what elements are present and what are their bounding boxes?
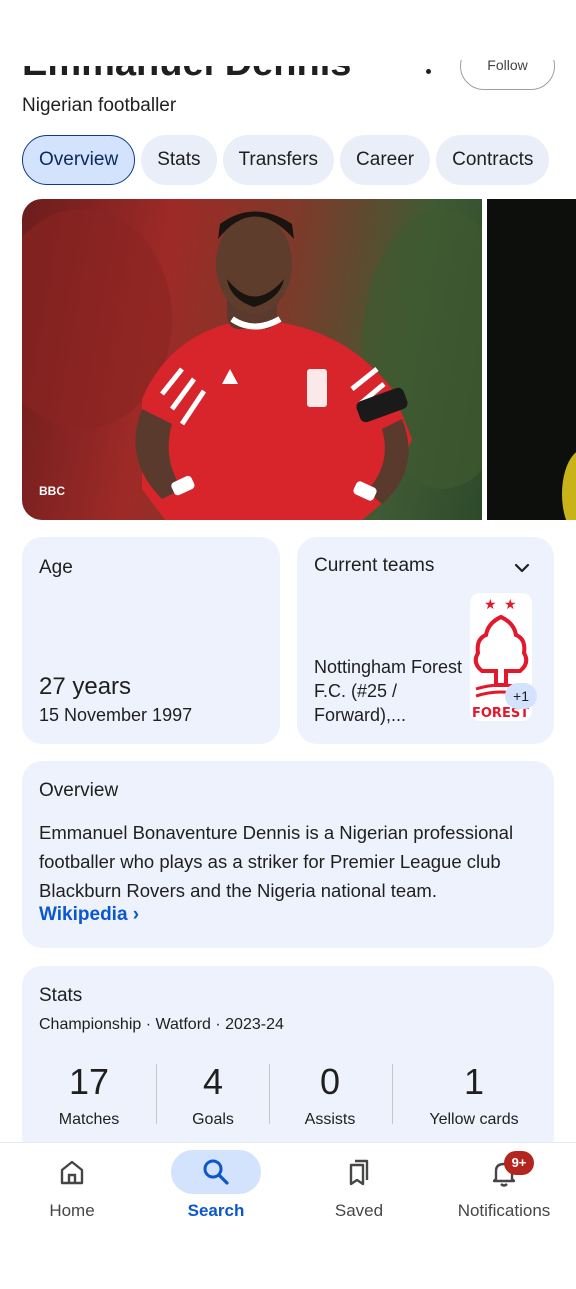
nav-saved-label: Saved (334, 1201, 384, 1220)
tab-overview[interactable]: Overview (22, 135, 136, 185)
stat-divider (156, 1064, 157, 1124)
age-label: Age (39, 557, 73, 578)
search-icon (203, 1159, 229, 1185)
nav-saved[interactable]: Saved (287, 1143, 431, 1243)
team-name: Nottingham Forest F.C. (#25 / Forward),.… (314, 657, 463, 725)
player-photo-illustration (22, 209, 482, 520)
more-options-icon[interactable] (426, 69, 431, 74)
entity-header: Emmanuel Dennis Follow Nigerian football… (0, 0, 576, 125)
tab-bar: Overview Stats Transfers Career Contracts (22, 135, 576, 186)
entity-subtitle: Nigerian footballer (22, 95, 177, 116)
photo-credit: BBC (39, 484, 65, 498)
stat-label: Matches (58, 1111, 120, 1128)
image-carousel: BBC (22, 199, 576, 520)
tab-stats[interactable]: Stats (141, 135, 217, 185)
chevron-right-icon: › (132, 904, 140, 925)
bottom-navigation: Home Search Saved Notifications 9+ (0, 1142, 576, 1289)
stat-value: 1 (463, 1061, 485, 1102)
stats-card[interactable]: Stats Championship · Watford · 2023-24 1… (22, 966, 554, 1156)
wikipedia-link[interactable]: Wikipedia › (39, 904, 139, 926)
stats-heading: Stats (39, 985, 83, 1006)
stat-label: Yellow cards (429, 1111, 519, 1128)
home-icon (60, 1160, 84, 1185)
tab-career[interactable]: Career (340, 135, 431, 185)
tab-contracts[interactable]: Contracts (436, 135, 550, 185)
stat-divider (269, 1064, 270, 1124)
stat-assists: 0 Assists (285, 1062, 375, 1129)
player-photo-2[interactable] (487, 199, 576, 520)
bookmarks-icon (349, 1159, 369, 1186)
nav-search[interactable]: Search (144, 1143, 288, 1243)
svg-text:★: ★ (484, 597, 497, 613)
stat-matches: 17 Matches (44, 1062, 134, 1129)
age-card[interactable]: Age 27 years 15 November 1997 (22, 537, 280, 744)
overview-heading: Overview (39, 780, 119, 801)
notification-count-badge: 9+ (504, 1151, 534, 1175)
tab-transfers[interactable]: Transfers (222, 135, 335, 185)
svg-text:★: ★ (504, 597, 517, 613)
current-teams-card[interactable]: Current teams Nottingham Forest F.C. (#2… (297, 537, 554, 744)
birth-date: 15 November 1997 (39, 705, 193, 725)
more-teams-badge[interactable]: +1 (505, 683, 537, 709)
stat-value: 0 (319, 1061, 341, 1102)
stat-goals: 4 Goals (168, 1062, 258, 1129)
nav-notifications-label: Notifications (457, 1201, 551, 1220)
stat-divider (392, 1064, 393, 1124)
entity-name: Emmanuel Dennis (22, 66, 351, 82)
follow-button-container[interactable]: Follow (460, 60, 556, 92)
age-value: 27 years (39, 673, 132, 700)
stat-value: 17 (68, 1061, 110, 1102)
player-photo[interactable]: BBC (22, 199, 482, 520)
current-teams-label: Current teams (314, 555, 435, 576)
wikipedia-link-label: Wikipedia (39, 904, 128, 925)
overview-description: Emmanuel Bonaventure Dennis is a Nigeria… (39, 822, 514, 901)
follow-button[interactable]: Follow (460, 60, 555, 90)
nav-home[interactable]: Home (0, 1143, 144, 1243)
stat-label: Goals (192, 1111, 234, 1128)
stats-subtitle: Championship · Watford · 2023-24 (39, 1016, 284, 1033)
photo-2-detail (562, 449, 576, 520)
overview-card: Overview Emmanuel Bonaventure Dennis is … (22, 761, 554, 948)
nav-search-label: Search (187, 1201, 245, 1220)
nav-home-label: Home (49, 1201, 95, 1220)
stat-label: Assists (304, 1111, 356, 1128)
stat-yellow-cards: 1 Yellow cards (412, 1062, 536, 1129)
chevron-down-icon[interactable] (513, 559, 531, 577)
entity-name-container: Emmanuel Dennis (22, 66, 442, 82)
stat-value: 4 (202, 1061, 224, 1102)
